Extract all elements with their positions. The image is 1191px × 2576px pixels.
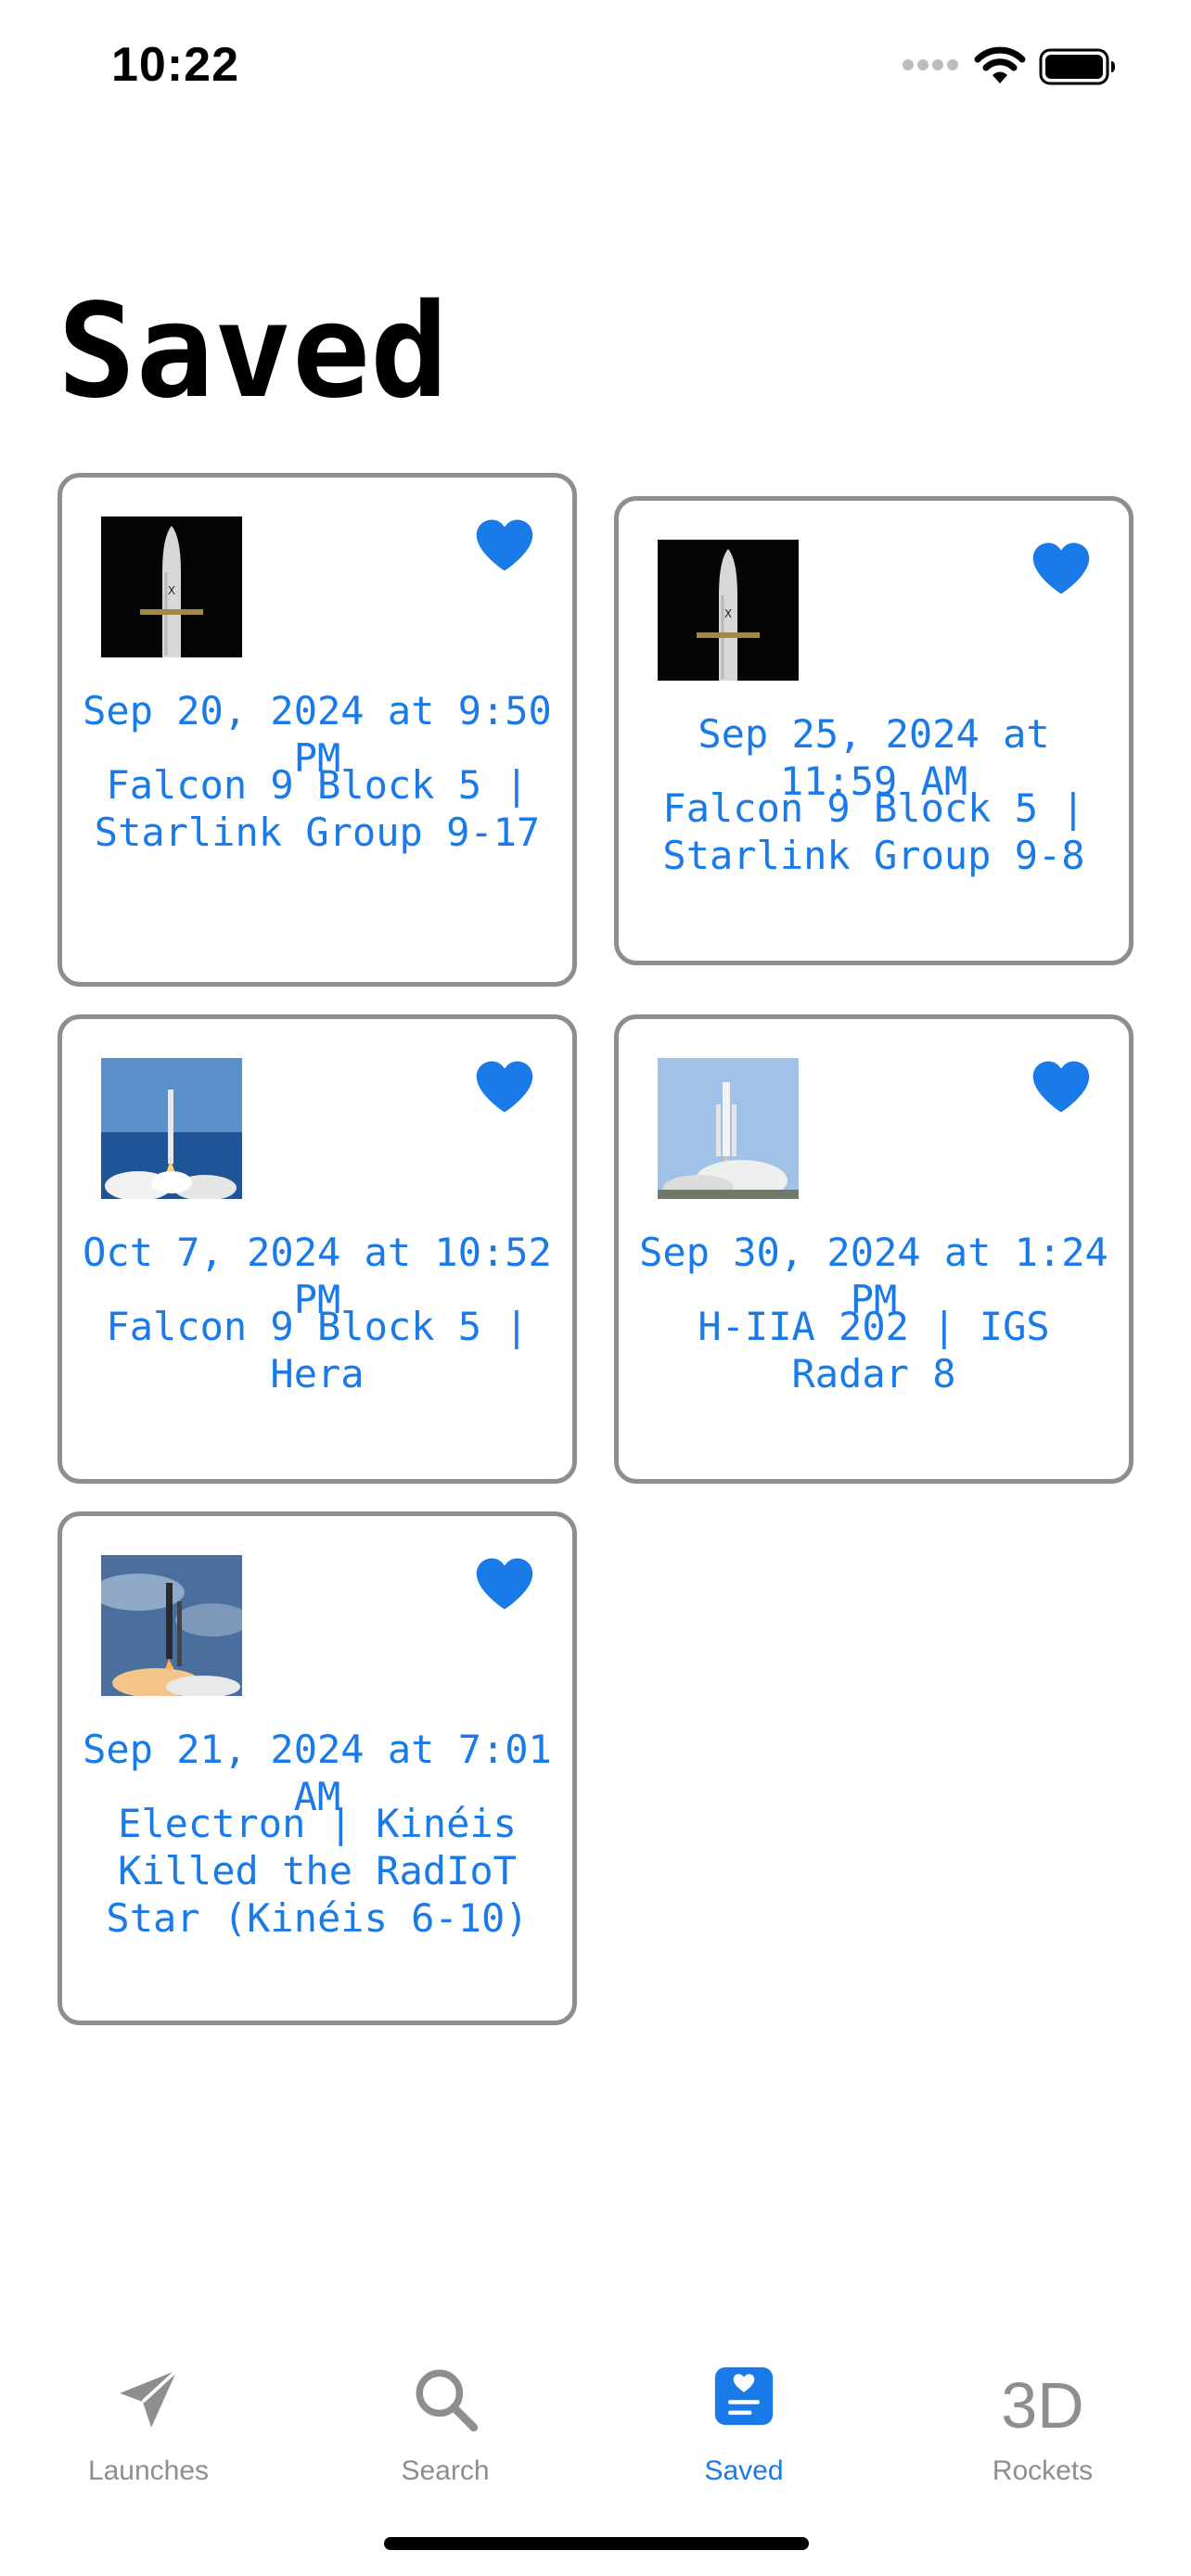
heart-icon[interactable] — [474, 1058, 535, 1116]
heart-icon[interactable] — [1031, 540, 1092, 597]
page-title: Saved — [58, 276, 449, 427]
saved-list-icon — [714, 2366, 774, 2426]
battery-icon — [1039, 48, 1115, 85]
launch-name: H-IIA 202 | IGS Radar 8 — [698, 1304, 1050, 1396]
tab-rockets[interactable]: 3D Rockets — [950, 2337, 1135, 2486]
cellular-signal-icon — [903, 59, 958, 70]
status-bar: 10:22 — [0, 0, 1191, 139]
magnifier-icon — [416, 2369, 479, 2432]
launch-card[interactable]: X Sep 20, 2024 at 9:50 PM Falcon 9 Block… — [58, 473, 577, 987]
tab-saved[interactable]: Saved — [651, 2337, 837, 2486]
tab-label: Saved — [704, 2455, 784, 2486]
heart-icon[interactable] — [474, 516, 535, 574]
paper-plane-icon — [120, 2368, 179, 2428]
launch-thumbnail: X — [658, 540, 799, 681]
tab-label: Launches — [87, 2455, 210, 2486]
launch-name: Falcon 9 Block 5 | Starlink Group 9-17 — [94, 762, 541, 855]
launch-name: Electron | Kinéis Killed the RadIoT Star… — [106, 1801, 529, 1941]
launch-card[interactable]: X Sep 25, 2024 at 11:59 AM Falcon 9 Bloc… — [614, 496, 1133, 965]
launch-thumbnail — [101, 1555, 242, 1696]
home-indicator — [384, 2537, 809, 2550]
launch-name: Falcon 9 Block 5 | Starlink Group 9-8 — [662, 785, 1085, 878]
tab-label: Search — [401, 2455, 490, 2486]
launch-thumbnail: X — [101, 516, 242, 657]
tab-bar: Launches Search Saved 3D Rockets — [0, 2337, 1191, 2486]
heart-icon[interactable] — [474, 1555, 535, 1613]
wifi-icon — [974, 46, 1026, 83]
tab-search[interactable]: Search — [352, 2337, 538, 2486]
svg-text:X: X — [168, 584, 175, 597]
heart-icon[interactable] — [1031, 1058, 1092, 1116]
3d-icon: 3D — [1001, 2369, 1084, 2442]
launch-card[interactable]: Sep 30, 2024 at 1:24 PM H-IIA 202 | IGS … — [614, 1014, 1133, 1484]
tab-label: Rockets — [992, 2455, 1094, 2486]
launch-thumbnail — [658, 1058, 799, 1199]
tab-launches[interactable]: Launches — [56, 2337, 241, 2486]
launch-card[interactable]: Sep 21, 2024 at 7:01 AM Electron | Kinéi… — [58, 1511, 577, 2025]
launch-name: Falcon 9 Block 5 | Hera — [106, 1304, 529, 1396]
svg-text:X: X — [724, 607, 732, 620]
launch-card[interactable]: Oct 7, 2024 at 10:52 PM Falcon 9 Block 5… — [58, 1014, 577, 1484]
status-time: 10:22 — [111, 38, 239, 92]
launch-thumbnail — [101, 1058, 242, 1199]
